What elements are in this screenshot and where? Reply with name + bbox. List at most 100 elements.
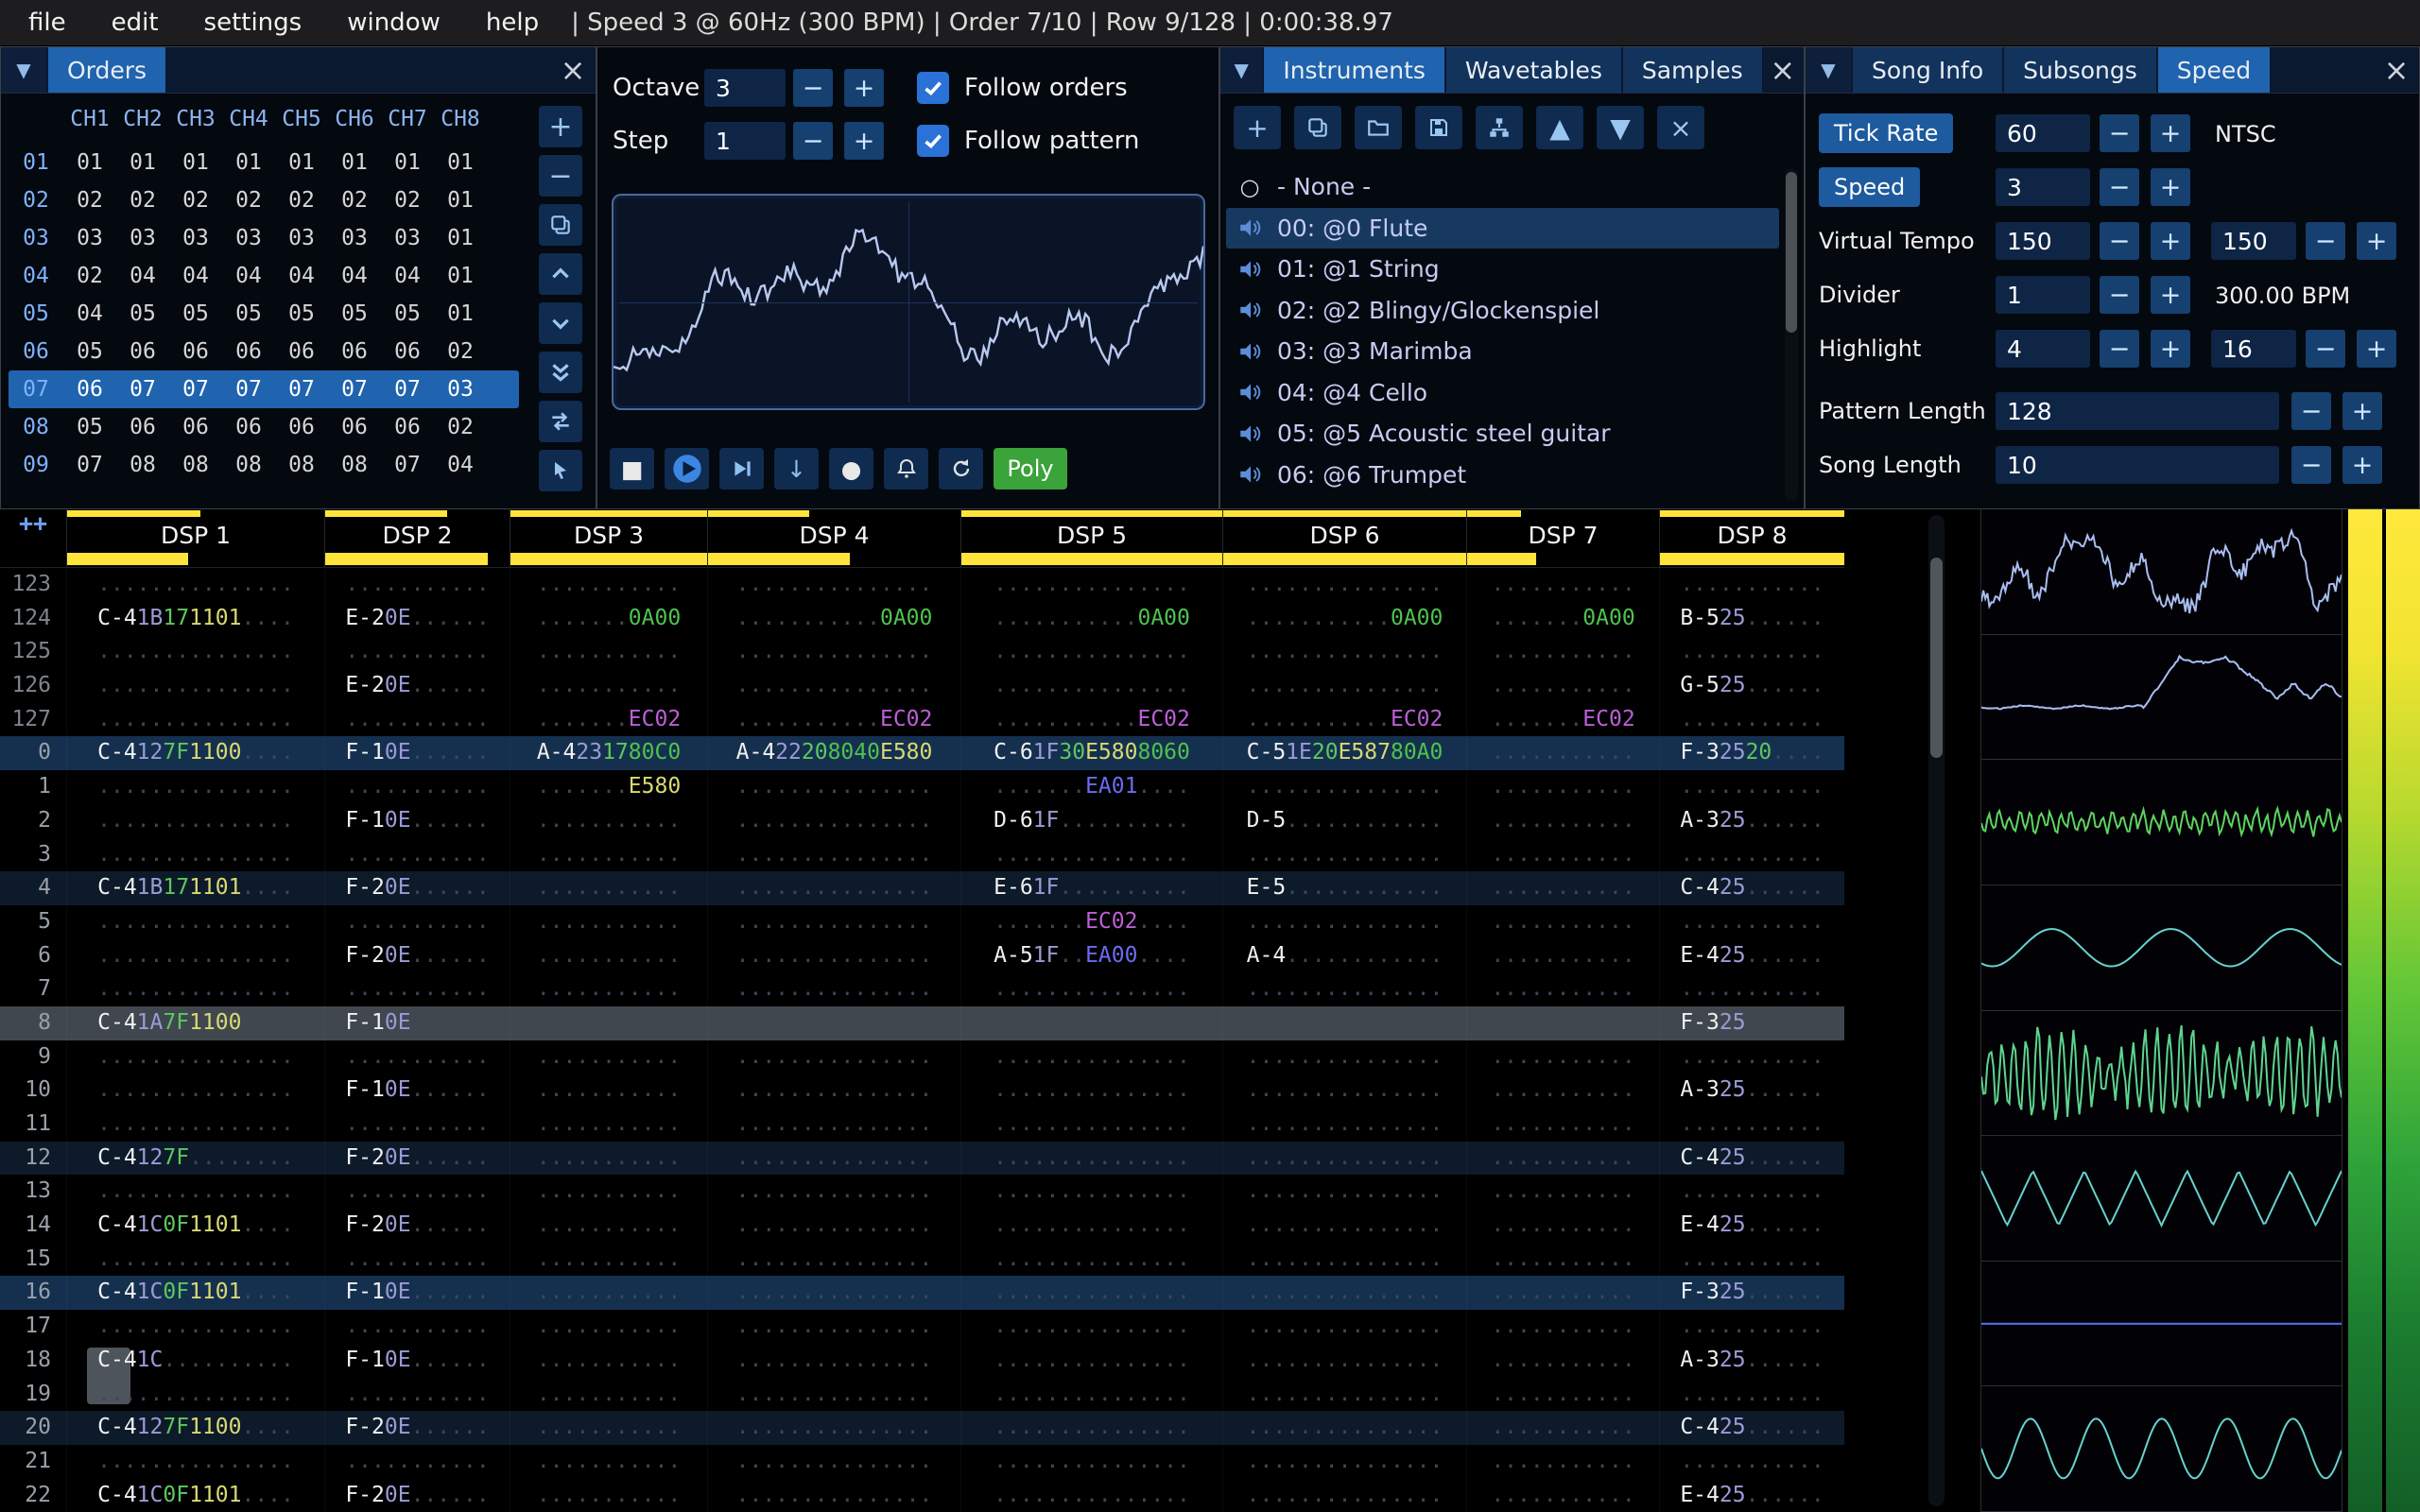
order-cell[interactable]: 03 [116, 226, 169, 250]
pattern-cell[interactable]: ............... [1222, 1411, 1466, 1445]
pattern-cell[interactable]: ........... [1659, 837, 1844, 872]
pattern-row[interactable]: 0 C-4 12 7F 1100.... F-1 0E...... A-4 23 17 80C0 A-… [0, 736, 1844, 771]
order-cell[interactable]: 01 [434, 226, 487, 250]
order-cell[interactable]: 07 [116, 377, 169, 402]
virtual-tempo-numerator-decrease-button[interactable]: − [2100, 222, 2139, 260]
pattern-cell[interactable]: ............... [1222, 837, 1466, 872]
pattern-cell[interactable]: ........... [510, 871, 707, 905]
pattern-cell[interactable]: F-3 25 20.... [1659, 736, 1844, 771]
pattern-cell[interactable]: ........... [510, 1343, 707, 1378]
pattern-cell[interactable]: ............... [707, 635, 960, 670]
order-cell[interactable]: 07 [222, 377, 275, 402]
save-instrument-button[interactable] [1415, 106, 1462, 149]
move-instrument-up-button[interactable]: ▲ [1536, 106, 1583, 149]
add-order-button[interactable]: + [539, 106, 582, 147]
pattern-cell[interactable]: ........... [510, 837, 707, 872]
pattern-cell[interactable]: E-2 0E...... [324, 601, 510, 636]
order-cell[interactable]: 05 [116, 301, 169, 326]
delete-instrument-button[interactable]: × [1657, 106, 1704, 149]
pattern-cell[interactable]: ............... [66, 972, 324, 1006]
pattern-cell[interactable]: E-2 0E...... [324, 669, 510, 703]
instruments-collapse-button[interactable]: ▼ [1220, 47, 1263, 93]
order-cell[interactable]: 06 [63, 377, 116, 402]
pattern-cell[interactable]: ............... [66, 568, 324, 602]
pattern-cell[interactable]: ............... [960, 1209, 1222, 1243]
pattern-cell[interactable]: F-2 0E...... [324, 938, 510, 973]
order-cell[interactable]: 06 [169, 339, 222, 364]
pattern-cell[interactable]: ............... [1222, 904, 1466, 939]
pattern-cell[interactable]: C-4 12 7F........ [66, 1141, 324, 1176]
pattern-cell[interactable]: ........... [1466, 1242, 1659, 1277]
menu-file[interactable]: file [6, 0, 89, 45]
order-cell[interactable]: 01 [434, 301, 487, 326]
order-cell[interactable]: 01 [275, 150, 328, 175]
pattern-cell[interactable]: ............... [1222, 1310, 1466, 1344]
order-cell[interactable]: 05 [169, 301, 222, 326]
tab-speed[interactable]: Speed [2157, 47, 2271, 93]
tab-instruments[interactable]: Instruments [1264, 47, 1444, 93]
pattern-cell[interactable]: ....... E580 [510, 770, 707, 804]
move-order-up-button[interactable] [539, 253, 582, 295]
order-cell[interactable]: 04 [63, 301, 116, 326]
pattern-cell[interactable]: ............... [1222, 770, 1466, 804]
highlight-first-increase-button[interactable]: + [2151, 330, 2190, 368]
pattern-cell[interactable]: F-2 0E...... [324, 1478, 510, 1512]
pattern-cell[interactable]: ........... [1466, 568, 1659, 602]
order-cell[interactable]: 02 [275, 188, 328, 213]
highlight-second-input[interactable]: 16 [2211, 330, 2296, 368]
order-cell[interactable]: 03 [275, 226, 328, 250]
pattern-cell[interactable]: F-3 25...... [1659, 1005, 1844, 1040]
pattern-cell[interactable]: ........... [510, 1411, 707, 1445]
order-cell[interactable]: 04 [116, 264, 169, 288]
instrument-item[interactable]: 01: @1 String [1226, 249, 1779, 290]
order-cell[interactable]: 01 [434, 264, 487, 288]
pattern-cell[interactable]: ............... [707, 1141, 960, 1176]
move-instrument-down-button[interactable]: ▼ [1597, 106, 1644, 149]
order-cell[interactable]: 07 [381, 453, 434, 477]
order-row[interactable]: 01 01 01 01 01 01 01 01 01 [9, 144, 519, 181]
pattern-cell[interactable]: ........... [1659, 1444, 1844, 1479]
channel-header-dsp-1[interactable]: DSP 1 [66, 509, 324, 567]
pattern-cell[interactable]: ........... [510, 1040, 707, 1074]
order-cell[interactable]: 08 [169, 453, 222, 477]
tick-rate-decrease-button[interactable]: − [2100, 114, 2139, 152]
pattern-cell[interactable]: ........... [510, 568, 707, 602]
pattern-cell[interactable]: B-5 25...... [1659, 601, 1844, 636]
instrument-item[interactable]: 06: @6 Trumpet [1226, 455, 1779, 496]
order-cell[interactable]: 06 [116, 339, 169, 364]
pattern-cell[interactable]: ............... [960, 1005, 1222, 1040]
pattern-cell[interactable]: ............... [1222, 1276, 1466, 1311]
pattern-cell[interactable]: ........... [510, 1377, 707, 1412]
pattern-cell[interactable]: ....... 0A00 [1466, 601, 1659, 636]
pattern-row[interactable]: 4 C-4 1B 17 1101.... F-2 0E...................… [0, 871, 1844, 905]
pattern-cell[interactable]: ............... [960, 837, 1222, 872]
pattern-cell[interactable]: ........... [1659, 904, 1844, 939]
pattern-cell[interactable]: ............... [707, 669, 960, 703]
pattern-cell[interactable]: ........... [1659, 1108, 1844, 1142]
pattern-cell[interactable]: F-1 0E...... [324, 1276, 510, 1311]
order-cell[interactable]: 08 [328, 453, 381, 477]
song-length-decrease-button[interactable]: − [2291, 446, 2331, 484]
pattern-row[interactable]: 12 C-4 12 7F........ F-2 0E..................… [0, 1141, 1844, 1176]
octave-increase-button[interactable]: + [844, 69, 884, 107]
order-cell[interactable]: 03 [222, 226, 275, 250]
order-cell[interactable]: 03 [434, 377, 487, 402]
pattern-cell[interactable]: ........... [1466, 871, 1659, 905]
pattern-cell[interactable]: C-4 1A 7F 1100.... [66, 1005, 324, 1040]
order-cell[interactable]: 07 [381, 377, 434, 402]
pattern-cell[interactable]: F-2 0E...... [324, 1411, 510, 1445]
order-cell[interactable]: 06 [275, 415, 328, 439]
pattern-cell[interactable]: ............... [960, 1478, 1222, 1512]
pattern-cell[interactable]: ....... EC02 [1466, 702, 1659, 737]
pattern-cell[interactable]: ........... [1466, 1343, 1659, 1378]
instrument-picker-button[interactable] [1476, 106, 1523, 149]
duplicate-order-to-end-button[interactable] [539, 352, 582, 393]
pattern-cell[interactable]: ........... [1659, 702, 1844, 737]
pattern-cell[interactable]: ........... [1659, 1310, 1844, 1344]
pattern-cell[interactable]: ............... [66, 1040, 324, 1074]
pattern-cell[interactable]: ............... [707, 972, 960, 1006]
order-row[interactable]: 02 02 02 02 02 02 02 02 01 [9, 181, 519, 219]
order-cell[interactable]: 02 [116, 188, 169, 213]
pattern-cell[interactable]: ........... [1659, 568, 1844, 602]
pattern-cell[interactable]: ........... 0A00 [1222, 601, 1466, 636]
